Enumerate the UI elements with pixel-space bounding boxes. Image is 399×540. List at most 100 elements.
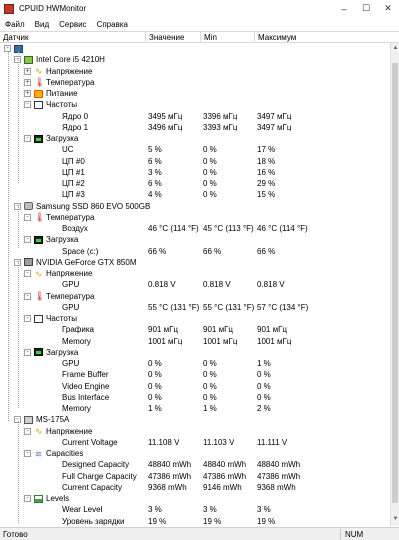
column-max[interactable]: Максимум	[255, 32, 399, 43]
sensor-row[interactable]: ЦП #2 6 % 0 % 29 %	[0, 178, 390, 189]
menu-file[interactable]: Файл	[0, 20, 30, 29]
group-row[interactable]: - ∿ Напряжение	[0, 426, 390, 437]
group-row[interactable]: - NVIDIA GeForce GTX 850M	[0, 257, 390, 268]
group-row[interactable]: - Samsung SSD 860 EVO 500GB	[0, 201, 390, 212]
sensor-row[interactable]: Current Capacity 9368 mWh 9146 mWh 9368 mWh	[0, 482, 390, 493]
sensor-max: 57 °C (134 °F)	[257, 302, 309, 312]
column-min[interactable]: Min	[201, 32, 255, 43]
sensor-max: 29 %	[257, 179, 276, 188]
sensor-row[interactable]: ЦП #1 3 % 0 % 16 %	[0, 167, 390, 178]
sensor-row[interactable]: GPU 0.818 V 0.818 V 0.818 V	[0, 279, 390, 290]
scroll-up-icon[interactable]: ▲	[392, 45, 399, 53]
collapse-toggle-icon[interactable]: -	[24, 315, 31, 323]
sensor-row[interactable]: Space (c:) 66 % 66 % 66 %	[0, 246, 390, 257]
sensor-min: 0 %	[203, 381, 217, 391]
window-title: CPUID HWMonitor	[19, 4, 87, 13]
scroll-down-icon[interactable]: ▼	[392, 516, 399, 524]
sensor-row[interactable]: Воздух 46 °C (114 °F) 45 °C (113 °F) 46 °C …	[0, 223, 390, 234]
maximize-button[interactable]: ☐	[355, 0, 377, 17]
group-row[interactable]: - Levels	[0, 493, 390, 504]
sensor-row[interactable]: ЦП #3 4 % 0 % 15 %	[0, 189, 390, 200]
battery-level-icon	[34, 494, 43, 503]
sensor-label: Ядро 1	[62, 122, 89, 132]
sensor-tree[interactable]: - - Intel Core i5 4210H + ∿ Напряжение + 🌡 Темпе…	[0, 43, 390, 526]
sensor-value: 47386 mWh	[148, 471, 192, 481]
expand-toggle-icon[interactable]: +	[24, 90, 31, 98]
tree-guide-line	[8, 51, 9, 421]
sensor-max: 11.111 V	[257, 437, 288, 447]
sensor-min: 0 %	[203, 190, 217, 200]
sensor-label: Уровень зарядки	[62, 516, 125, 526]
group-row[interactable]: - MS-175A	[0, 414, 390, 425]
sensor-row[interactable]: ЦП #0 6 % 0 % 18 %	[0, 156, 390, 167]
collapse-toggle-icon[interactable]: -	[24, 495, 31, 503]
sensor-min: 11.103 V	[203, 437, 235, 447]
group-row[interactable]: - Частоты	[0, 313, 390, 324]
group-row[interactable]: - 🌡 Температура	[0, 212, 390, 223]
sensor-row[interactable]: Memory 1 % 1 % 2 %	[0, 403, 390, 414]
sensor-value: 6 %	[148, 179, 162, 188]
group-row[interactable]: - Intel Core i5 4210H	[0, 54, 390, 65]
collapse-toggle-icon[interactable]: -	[24, 348, 31, 356]
sensor-max: 0 %	[257, 392, 271, 402]
group-row[interactable]: + ∿ Напряжение	[0, 66, 390, 77]
collapse-toggle-icon[interactable]: -	[24, 101, 31, 109]
group-row[interactable]: + 🌡 Температура	[0, 77, 390, 88]
expand-toggle-icon[interactable]: +	[24, 67, 31, 75]
menu-view[interactable]: Вид	[30, 20, 54, 29]
sensor-row[interactable]: Video Engine 0 % 0 % 0 %	[0, 381, 390, 392]
sensor-row[interactable]: Уровень зарядки 19 % 19 % 19 %	[0, 516, 390, 527]
minimize-button[interactable]: –	[333, 0, 355, 17]
sensor-row[interactable]: Memory 1001 мГц 1001 мГц 1001 мГц	[0, 336, 390, 347]
vertical-scrollbar[interactable]: ▲ ▼	[390, 43, 399, 526]
group-row[interactable]: + Питание	[0, 88, 390, 99]
group-row[interactable]: - ≋ Capacities	[0, 448, 390, 459]
collapse-toggle-icon[interactable]: -	[24, 236, 31, 244]
group-row[interactable]: -	[0, 43, 390, 54]
menu-help[interactable]: Справка	[92, 20, 133, 29]
sensor-row[interactable]: Full Charge Capacity 47386 mWh 47386 mWh 47…	[0, 471, 390, 482]
title-bar: CPUID HWMonitor – ☐ ✕	[0, 0, 399, 17]
collapse-toggle-icon[interactable]: -	[24, 292, 31, 300]
sensor-row[interactable]: Designed Capacity 48840 mWh 48840 mWh 48840…	[0, 459, 390, 470]
group-row[interactable]: - Частоты	[0, 99, 390, 110]
sensor-value: 0 %	[148, 392, 162, 402]
sensor-value: 3 %	[148, 167, 162, 177]
sensor-row[interactable]: Frame Buffer 0 % 0 % 0 %	[0, 369, 390, 380]
close-button[interactable]: ✕	[377, 0, 399, 17]
menu-tools[interactable]: Сервис	[54, 20, 91, 29]
column-sensor[interactable]: Датчик	[0, 32, 146, 43]
sensor-row[interactable]: UC 5 % 0 % 17 %	[0, 144, 390, 155]
collapse-toggle-icon[interactable]: -	[24, 270, 31, 278]
collapse-toggle-icon[interactable]: -	[24, 135, 31, 143]
sensor-label: Frame Buffer	[62, 370, 109, 380]
sensor-row[interactable]: Wear Level 3 % 3 % 3 %	[0, 504, 390, 515]
sensor-row[interactable]: Ядро 1 3496 мГц 3393 мГц 3497 мГц	[0, 122, 390, 133]
sensor-row[interactable]: Графика 901 мГц 901 мГц 901 мГц	[0, 324, 390, 335]
sensor-row[interactable]: GPU 0 % 0 % 1 %	[0, 358, 390, 369]
sensor-value: 48840 mWh	[148, 460, 192, 470]
sensor-row[interactable]: Ядро 0 3495 мГц 3396 мГц 3497 мГц	[0, 111, 390, 122]
group-row[interactable]: - Загрузка	[0, 234, 390, 245]
sensor-min: 47386 mWh	[203, 471, 247, 481]
collapse-toggle-icon[interactable]: -	[24, 450, 31, 458]
group-row[interactable]: - Загрузка	[0, 133, 390, 144]
sensor-row[interactable]: Bus Interface 0 % 0 % 0 %	[0, 392, 390, 403]
sensor-min: 19 %	[203, 516, 222, 526]
sensor-label: Напряжение	[46, 269, 93, 278]
sensor-row[interactable]: Current Voltage 11.108 V 11.103 V 11.111 V	[0, 437, 390, 448]
sensor-min: 9146 mWh	[203, 482, 242, 492]
group-row[interactable]: - 🌡 Температура	[0, 291, 390, 302]
group-row[interactable]: - ∿ Напряжение	[0, 268, 390, 279]
group-row[interactable]: - Загрузка	[0, 347, 390, 358]
column-value[interactable]: Значение	[146, 32, 201, 43]
scrollbar-thumb[interactable]	[392, 63, 398, 503]
sensor-max: 15 %	[257, 190, 276, 200]
collapse-toggle-icon[interactable]: -	[24, 213, 31, 221]
expand-toggle-icon[interactable]: +	[24, 78, 31, 86]
sensor-min: 0 %	[203, 156, 217, 166]
collapse-toggle-icon[interactable]: -	[24, 427, 31, 435]
sensor-value: 66 %	[148, 246, 167, 256]
sensor-row[interactable]: GPU 55 °C (131 °F) 55 °C (131 °F) 57 °C (13…	[0, 302, 390, 313]
sensor-label: Current Voltage	[62, 437, 118, 447]
